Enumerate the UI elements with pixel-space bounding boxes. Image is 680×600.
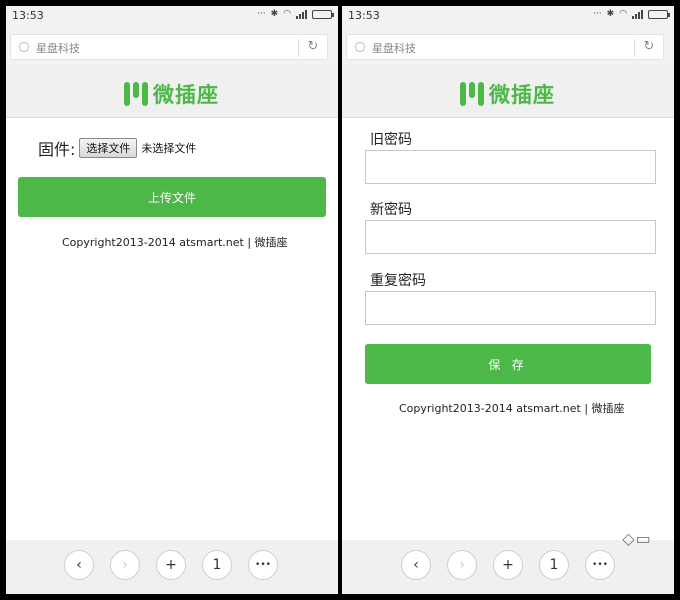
save-button[interactable]: 保 存 [365,344,651,384]
firmware-file-row: 固件: 选择文件 未选择文件 [38,136,196,160]
logo: 微插座 [460,79,555,109]
dots-icon: ··· [257,9,266,19]
status-time: 13:53 [12,9,44,22]
repeat-password-label: 重复密码 [370,273,426,289]
tab-count-button[interactable]: 1 [202,550,232,580]
logo: 微插座 [124,79,219,109]
new-password-input[interactable] [365,220,656,254]
url-text: 星盘科技 [36,42,80,55]
site-watermark-logo: ◇▭ [607,528,667,580]
watermark-mark-icon: ◇▭ [622,529,652,548]
status-time: 13:53 [348,9,380,22]
logo-text: 微插座 [153,83,219,107]
url-field[interactable]: 星盘科技 ↻ [10,34,328,60]
site-security-icon [19,42,29,52]
url-divider [298,39,299,57]
forward-icon[interactable]: › [110,550,140,580]
forward-icon[interactable]: › [447,550,477,580]
tab-count-button[interactable]: 1 [539,550,569,580]
bluetooth-icon: ✱ [270,9,279,19]
firmware-label: 固件: [38,140,76,159]
plus-icon[interactable]: + [493,550,523,580]
phone-firmware-screen: 13:53 ··· ✱ ◠ 星盘科技 ↻ 微插座 固件: 选择文件 未选择文件 … [6,6,338,594]
status-bar: 13:53 ··· ✱ ◠ [342,6,674,26]
address-bar: 星盘科技 ↻ [342,26,674,66]
file-status-text: 未选择文件 [141,142,197,155]
choose-file-button[interactable]: 选择文件 [79,138,138,158]
dots-icon: ··· [593,9,602,19]
signal-icon [632,9,643,19]
url-text: 星盘科技 [372,42,416,55]
status-icons: ··· ✱ ◠ [257,9,334,19]
signal-icon [296,9,307,19]
old-password-input[interactable] [365,150,656,184]
new-password-label: 新密码 [370,202,412,218]
old-password-label: 旧密码 [370,132,412,148]
upload-file-button[interactable]: 上传文件 [18,177,326,217]
copyright-text: Copyright2013-2014 atsmart.net | 微插座 [62,236,288,249]
status-icons: ··· ✱ ◠ [593,9,670,19]
logo-text: 微插座 [489,83,555,107]
wifi-icon: ◠ [283,9,291,19]
site-security-icon [355,42,365,52]
phone-password-screen: 13:53 ··· ✱ ◠ 星盘科技 ↻ 微插座 旧密码 新密码 重复密码 保 … [342,6,674,594]
url-field[interactable]: 星盘科技 ↻ [346,34,664,60]
bluetooth-icon: ✱ [606,9,615,19]
logo-mark-icon [124,82,148,106]
site-header: 微插座 [342,66,674,118]
battery-icon [648,9,670,19]
reload-icon[interactable]: ↻ [642,40,656,54]
back-icon[interactable]: ‹ [401,550,431,580]
url-divider [634,39,635,57]
battery-icon [312,9,334,19]
plus-icon[interactable]: + [156,550,186,580]
logo-mark-icon [460,82,484,106]
site-header: 微插座 [6,66,338,118]
wifi-icon: ◠ [619,9,627,19]
menu-icon[interactable]: ••• [248,550,278,580]
address-bar: 星盘科技 ↻ [6,26,338,66]
browser-bottom-bar: ‹ › + 1 ••• [6,540,338,594]
back-icon[interactable]: ‹ [64,550,94,580]
status-bar: 13:53 ··· ✱ ◠ [6,6,338,26]
copyright-text: Copyright2013-2014 atsmart.net | 微插座 [399,402,625,415]
reload-icon[interactable]: ↻ [306,40,320,54]
repeat-password-input[interactable] [365,291,656,325]
